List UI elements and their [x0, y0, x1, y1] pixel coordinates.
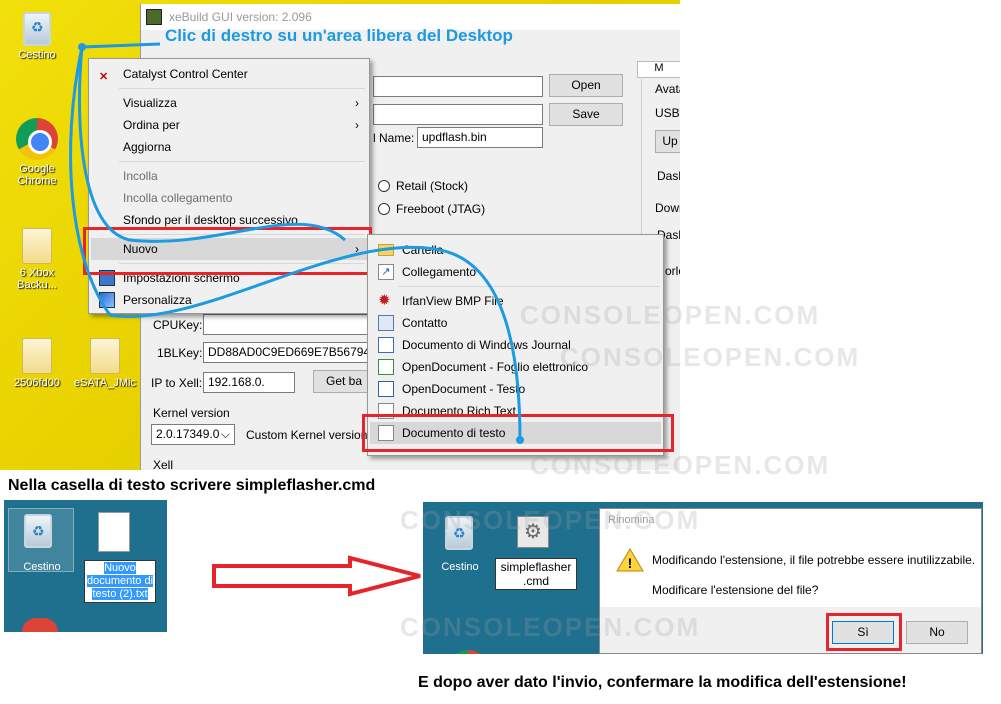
rename-input[interactable]: Nuovo documento di testo (2).txt	[84, 560, 156, 603]
rename-text: Nuovo documento di testo (2).txt	[86, 562, 154, 600]
renamed-file-label[interactable]: simpleflasher .cmd	[495, 558, 577, 590]
dialog-question: Modificare l'estensione del file?	[652, 583, 819, 597]
recycle-bin-icon	[24, 514, 52, 548]
watermark: CONSOLEOPEN.COM	[530, 450, 831, 480]
recycle-bin-label: Cestino	[23, 561, 61, 573]
desktop-background[interactable]: Cestino Google Chrome 6 Xbox Backu... 25…	[0, 0, 680, 470]
instruction-step-3: E dopo aver dato l'invio, confermare la …	[418, 674, 907, 691]
warning-icon: !	[616, 548, 644, 572]
watermark: CONSOLEOPEN.COM	[400, 505, 701, 535]
svg-text:!: !	[628, 555, 633, 571]
chrome-icon	[447, 650, 489, 654]
text-file-icon	[98, 512, 130, 552]
highlight-yes-button	[826, 613, 902, 651]
rename-example-desktop: Cestino Nuovo documento di testo (2).txt	[4, 500, 167, 632]
no-button[interactable]: No	[906, 621, 968, 644]
instruction-step-1: Clic di destro su un'area libera del Des…	[165, 26, 513, 45]
recycle-bin-label: Cestino	[441, 561, 479, 573]
watermark: CONSOLEOPEN.COM	[400, 612, 701, 642]
arrow-right-icon	[212, 555, 421, 597]
watermark: CONSOLEOPEN.COM	[520, 300, 821, 330]
dialog-message: Modificando l'estensione, il file potreb…	[652, 553, 976, 567]
annotation-arrow-path	[69, 42, 524, 444]
chrome-icon	[22, 618, 58, 632]
watermark: CONSOLEOPEN.COM	[560, 342, 861, 372]
instruction-step-2: Nella casella di testo scrivere simplefl…	[8, 477, 376, 494]
